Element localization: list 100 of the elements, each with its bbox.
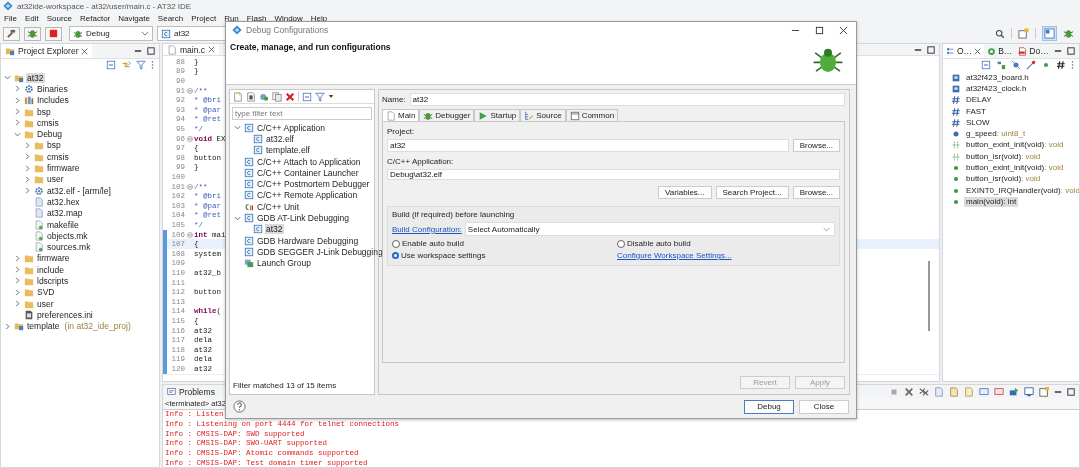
outline-item[interactable]: button_isr(void): void — [964, 151, 1043, 162]
panel-tab[interactable]: B… — [984, 44, 1016, 58]
browse-button[interactable]: Browse... — [792, 139, 840, 152]
action-button[interactable]: Browse... — [792, 186, 840, 199]
tree-item[interactable]: C/C++ Container Launcher — [256, 167, 360, 178]
tree-item[interactable]: user — [46, 174, 65, 185]
close-icon[interactable] — [974, 47, 982, 55]
outline-item[interactable]: at32f423_board.h — [964, 72, 1031, 83]
tab[interactable]: Source — [520, 109, 566, 121]
outline-item[interactable]: FAST — [964, 106, 988, 117]
tree-item[interactable]: GDB SEGGER J-Link Debugging — [256, 246, 384, 257]
panel-tab[interactable]: Problems — [163, 385, 219, 398]
menu-item[interactable]: Project — [191, 14, 217, 23]
collapse-all-icon[interactable] — [981, 60, 991, 70]
dialog-button[interactable]: Close — [799, 399, 849, 414]
tree-item[interactable]: firmware — [46, 163, 81, 173]
menu-item[interactable]: Run — [224, 14, 239, 23]
tree-item[interactable]: cmsis — [36, 117, 60, 128]
outline-item[interactable]: at32f423_clock.h — [964, 83, 1029, 94]
tree-item[interactable]: at32.elf — [265, 133, 295, 144]
fold-icon[interactable] — [186, 231, 193, 238]
tree-item[interactable]: Debug — [36, 129, 64, 140]
chevron-down-icon[interactable] — [234, 124, 241, 132]
chevron-right-icon[interactable] — [14, 300, 21, 308]
menu-item[interactable]: Search — [157, 14, 184, 23]
outline-item[interactable]: main(void): int — [964, 196, 1019, 207]
menu-item[interactable]: File — [4, 14, 17, 23]
outline-item[interactable]: button_exint_init(void): void — [964, 163, 1066, 173]
chevron-right-icon[interactable] — [24, 164, 31, 172]
minimize-icon[interactable] — [1054, 47, 1062, 55]
chevron-right-icon[interactable] — [24, 141, 31, 149]
menu-item[interactable]: Navigate — [118, 14, 150, 23]
chevron-right-icon[interactable] — [14, 96, 21, 104]
cross-icon[interactable] — [904, 386, 914, 397]
chevron-right-icon[interactable] — [14, 119, 21, 127]
panel-tab[interactable]: Do… — [1015, 44, 1052, 58]
delete-icon[interactable] — [285, 91, 295, 102]
tree-item[interactable]: GDB AT-Link Debugging — [256, 213, 350, 223]
document-icon[interactable] — [949, 386, 959, 397]
collapse-all-icon[interactable] — [302, 91, 312, 102]
monitor-icon[interactable] — [994, 386, 1004, 397]
close-icon[interactable] — [208, 46, 216, 54]
chevron-down-icon[interactable] — [234, 214, 241, 222]
double-cross-icon[interactable] — [919, 386, 929, 397]
tree-item[interactable]: GDB Hardware Debugging — [256, 235, 360, 246]
tree-item[interactable]: C/C++ Remote Application — [256, 190, 359, 201]
maximize-icon[interactable] — [815, 25, 824, 35]
dialog-button[interactable]: Debug — [744, 399, 794, 414]
more-icon[interactable] — [151, 60, 154, 70]
chevron-right-icon[interactable] — [24, 175, 31, 183]
chevron-right-icon[interactable] — [14, 266, 21, 274]
filter-field[interactable]: type filter text — [232, 107, 372, 120]
close-icon[interactable] — [839, 25, 848, 35]
tree-item[interactable]: SVD — [36, 287, 56, 298]
document-icon[interactable] — [964, 386, 974, 397]
tree-item[interactable]: at32.map — [46, 208, 84, 219]
bug-icon[interactable] — [1063, 28, 1074, 39]
action-button[interactable]: Search Project... — [715, 186, 789, 199]
chevron-right-icon[interactable] — [14, 277, 21, 285]
tree-item[interactable]: makefile — [46, 219, 80, 230]
fold-icon[interactable] — [186, 135, 193, 142]
tree-item[interactable]: at32.elf - [arm/le] — [46, 185, 112, 196]
tree-item[interactable]: ldscripts — [36, 276, 70, 286]
chevron-right-icon[interactable] — [24, 153, 31, 161]
launch-mode-combo[interactable]: Debug — [69, 26, 153, 41]
monitor-icon[interactable] — [979, 386, 989, 397]
fold-icon[interactable] — [186, 183, 193, 190]
menu-item[interactable]: Window — [274, 14, 303, 23]
help-icon[interactable] — [233, 400, 246, 413]
tree-item[interactable]: sources.mk — [46, 242, 92, 253]
chevron-right-icon[interactable] — [24, 187, 31, 195]
tree-item[interactable]: Binaries — [36, 83, 69, 94]
tab[interactable]: Main — [382, 109, 420, 121]
scrollbar-thumb[interactable] — [928, 261, 930, 332]
window-icon[interactable] — [1039, 386, 1049, 397]
chevron-right-icon[interactable] — [14, 254, 21, 262]
outline-item[interactable]: g_speed: uint8_t — [964, 129, 1028, 140]
build-configuration-link[interactable]: Build Configuration: — [392, 224, 462, 234]
panel-tab[interactable]: Project Explorer — [1, 44, 93, 58]
tree-item[interactable]: at32 — [265, 224, 284, 235]
open-perspective-icon[interactable] — [1018, 28, 1029, 39]
tree-item[interactable]: C/C++ Attach to Application — [256, 156, 362, 167]
project-field[interactable]: at32 — [387, 139, 789, 152]
tree-item[interactable]: cmsis — [46, 151, 70, 162]
search-icon[interactable] — [995, 28, 1005, 39]
tree-item[interactable]: C/C++ Unit — [256, 201, 301, 212]
monitor-icon[interactable] — [1024, 386, 1034, 397]
tab[interactable]: Startup — [474, 109, 521, 121]
build-configuration-select[interactable]: Select Automatically — [464, 222, 835, 236]
tree-item[interactable]: template — [26, 321, 61, 332]
tree-item[interactable]: Includes — [36, 95, 70, 106]
link-icon[interactable] — [121, 60, 131, 70]
dot-icon[interactable] — [1041, 60, 1051, 70]
build-button[interactable] — [3, 26, 20, 41]
chevron-down-icon[interactable] — [4, 74, 11, 82]
chevron-right-icon[interactable] — [4, 322, 11, 330]
menu-item[interactable]: Source — [46, 14, 73, 23]
caret-icon[interactable] — [328, 94, 334, 99]
tab[interactable]: Debugger — [419, 109, 475, 121]
name-field[interactable]: at32 — [409, 93, 845, 106]
